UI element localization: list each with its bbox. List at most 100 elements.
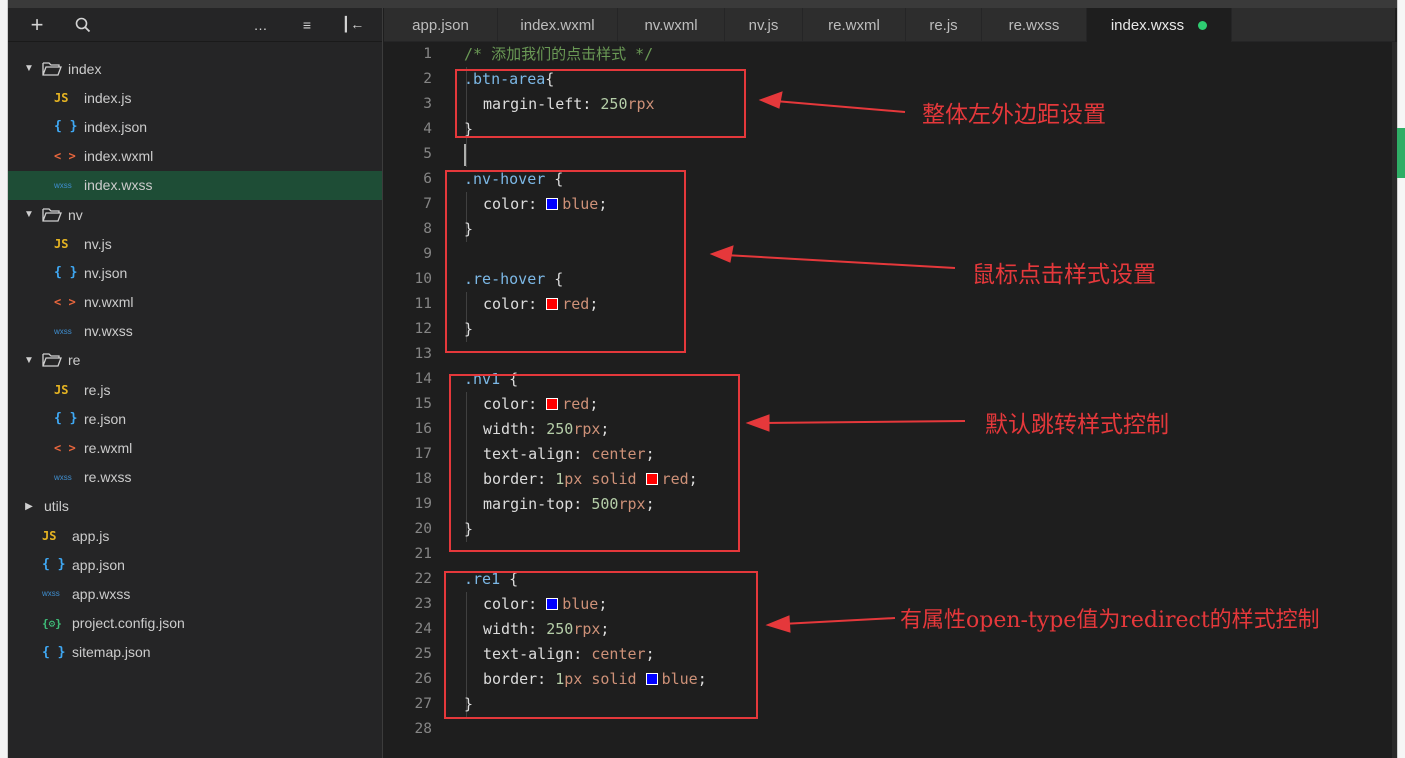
tab-label: index.wxss xyxy=(1110,16,1185,34)
tree-file-nv-wxss[interactable]: wxss nv.wxss xyxy=(8,317,382,346)
tree-item-label: project.config.json xyxy=(72,615,185,632)
code-line: 5 xyxy=(384,142,1392,167)
annotation-note-redirect: 有属性open-type值为redirect的样式控制 xyxy=(900,608,1320,633)
line-number: 13 xyxy=(414,346,432,362)
tab-nv-wxml[interactable]: nv.wxml xyxy=(618,8,725,42)
line-number: 15 xyxy=(414,396,432,412)
text-cursor xyxy=(464,144,466,166)
line-number: 10 xyxy=(414,271,432,287)
code-token: /* 添加我们的点击样式 */ xyxy=(464,45,654,63)
collapse-all-icon[interactable]: ≡ xyxy=(296,14,318,36)
tree-item-label: re.json xyxy=(84,410,127,427)
tree-item-label: index xyxy=(68,60,102,77)
tree-file-index-wxss[interactable]: wxss index.wxss xyxy=(8,170,382,200)
outer-right-green-marker xyxy=(1397,128,1405,178)
line-number: 21 xyxy=(414,546,432,562)
tree-item-label: nv xyxy=(68,206,83,223)
js-file-icon: JS xyxy=(54,382,69,397)
tab-re-wxss[interactable]: re.wxss xyxy=(982,8,1087,42)
line-number: 27 xyxy=(414,696,432,712)
tree-file-index-js[interactable]: JS index.js xyxy=(8,83,382,112)
tree-item-label: index.json xyxy=(84,118,148,135)
annotation-box-btn-area xyxy=(455,69,746,138)
tree-file-app-wxss[interactable]: wxss app.wxss xyxy=(8,579,382,608)
outer-right-strip xyxy=(1397,0,1405,758)
line-number: 23 xyxy=(414,596,432,612)
tree-folder-re[interactable]: ▼ re xyxy=(8,346,382,375)
more-icon[interactable]: … xyxy=(250,14,272,36)
tree-item-label: nv.json xyxy=(84,264,128,281)
explorer-toolbar: + … ≡ ┃← xyxy=(8,8,382,42)
tree-file-re-wxss[interactable]: wxss re.wxss xyxy=(8,463,382,492)
js-file-icon: JS xyxy=(42,528,57,543)
tree-file-sitemap-json[interactable]: { } sitemap.json xyxy=(8,638,382,667)
wxml-file-icon: < > xyxy=(54,149,76,164)
tab-index-wxml[interactable]: index.wxml xyxy=(498,8,618,42)
tree-item-label: re.js xyxy=(84,381,111,398)
split-panel-icon[interactable]: ┃← xyxy=(342,14,364,36)
tree-folder-index[interactable]: ▼ index xyxy=(8,54,382,83)
tree-file-nv-json[interactable]: { } nv.json xyxy=(8,258,382,287)
annotation-box-hover xyxy=(445,170,686,353)
add-icon[interactable]: + xyxy=(26,12,48,37)
tab-app-json[interactable]: app.json xyxy=(384,8,498,42)
wxss-file-icon: wxss xyxy=(54,472,72,482)
chevron-down-icon[interactable]: ▼ xyxy=(22,209,36,220)
code-line: 28 xyxy=(384,717,1392,742)
tree-item-label: sitemap.json xyxy=(72,644,151,661)
tree-item-label: index.js xyxy=(84,89,132,106)
tab-re-js[interactable]: re.js xyxy=(906,8,982,42)
line-number: 11 xyxy=(414,296,432,312)
tree-file-re-json[interactable]: { } re.json xyxy=(8,404,382,433)
line-number: 20 xyxy=(414,521,432,537)
tree-file-app-json[interactable]: { } app.json xyxy=(8,550,382,579)
tree-item-label: utils xyxy=(44,498,69,515)
json-file-icon: { } xyxy=(54,411,78,427)
outer-left-strip xyxy=(0,0,8,758)
line-number: 5 xyxy=(423,146,432,162)
line-number: 16 xyxy=(414,421,432,437)
tree-file-index-wxml[interactable]: < > index.wxml xyxy=(8,142,382,171)
tree-item-label: nv.wxss xyxy=(84,323,133,340)
tab-re-wxml[interactable]: re.wxml xyxy=(803,8,906,42)
tree-item-label: app.wxss xyxy=(72,585,131,602)
tree-item-label: nv.wxml xyxy=(84,294,134,311)
tree-file-re-wxml[interactable]: < > re.wxml xyxy=(8,433,382,462)
wxss-file-icon: wxss xyxy=(42,589,60,599)
chevron-right-icon[interactable]: ▶ xyxy=(22,501,36,512)
tree-file-index-json[interactable]: { } index.json xyxy=(8,112,382,141)
line-number: 25 xyxy=(414,646,432,662)
tree-file-nv-wxml[interactable]: < > nv.wxml xyxy=(8,288,382,317)
wxss-file-icon: wxss xyxy=(54,180,72,190)
line-number: 1 xyxy=(423,46,432,62)
tree-item-label: index.wxml xyxy=(84,148,154,165)
chevron-down-icon[interactable]: ▼ xyxy=(22,355,36,366)
annotation-box-re1 xyxy=(444,571,758,719)
line-number: 8 xyxy=(423,221,432,237)
tree-file-re-js[interactable]: JS re.js xyxy=(8,375,382,404)
file-explorer: + … ≡ ┃← ▼ index JS index.js { } index.json < … xyxy=(8,8,383,758)
tab-index-wxss[interactable]: index.wxss xyxy=(1087,8,1232,42)
chevron-down-icon[interactable]: ▼ xyxy=(22,63,36,74)
editor-tab-bar: app.json index.wxml nv.wxml nv.js re.wxml re.… xyxy=(384,8,1395,42)
line-number: 12 xyxy=(414,321,432,337)
tree-folder-nv[interactable]: ▼ nv xyxy=(8,200,382,229)
tab-label: re.wxss xyxy=(1008,16,1060,34)
line-number: 2 xyxy=(423,71,432,87)
json-file-icon: { } xyxy=(54,265,78,281)
line-number: 17 xyxy=(414,446,432,462)
tree-file-app-js[interactable]: JS app.js xyxy=(8,521,382,550)
file-tree: ▼ index JS index.js { } index.json < > index.wx… xyxy=(8,42,382,667)
js-file-icon: JS xyxy=(54,236,69,251)
json-file-icon: { } xyxy=(42,644,66,660)
json-file-icon: { } xyxy=(42,557,66,573)
tree-file-project-config-json[interactable]: {⚙} project.config.json xyxy=(8,609,382,638)
tree-file-nv-js[interactable]: JS nv.js xyxy=(8,229,382,258)
annotation-note-default: 默认跳转样式控制 xyxy=(985,412,1169,438)
line-number: 26 xyxy=(414,671,432,687)
json-file-icon: { } xyxy=(54,119,78,135)
tab-nv-js[interactable]: nv.js xyxy=(725,8,803,42)
search-icon[interactable] xyxy=(72,14,94,36)
tree-folder-utils[interactable]: ▶ utils xyxy=(8,492,382,521)
line-number: 3 xyxy=(423,96,432,112)
